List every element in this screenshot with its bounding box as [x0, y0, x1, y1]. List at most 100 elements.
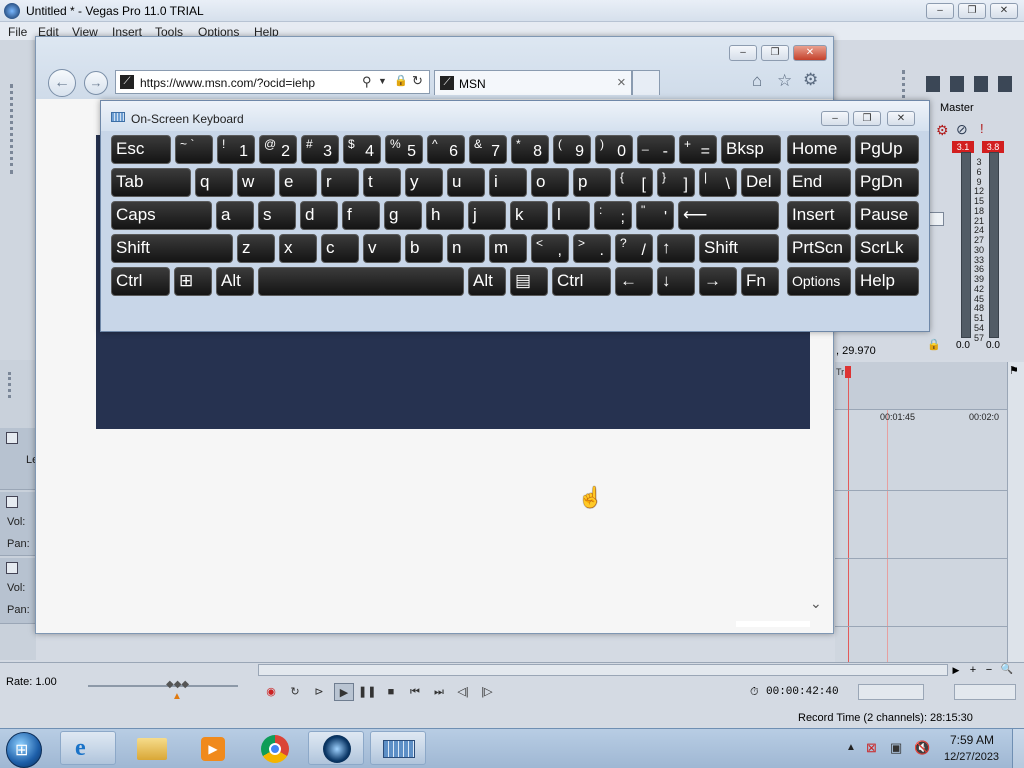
key-symbol[interactable]: + = [679, 135, 717, 164]
key-o[interactable]: o [531, 168, 569, 197]
track-header[interactable]: Vol: Pan: [0, 558, 36, 624]
key-n[interactable]: n [447, 234, 485, 263]
taskbar-vegas-icon[interactable] [308, 731, 364, 765]
key-1[interactable]: ! 1 [217, 135, 255, 164]
network-warning-icon[interactable]: ⊠ [866, 740, 877, 756]
show-hidden-icons-button[interactable]: ▲ [846, 742, 856, 753]
maximize-button[interactable]: ❐ [958, 3, 986, 19]
tab-close-button[interactable]: × [617, 74, 626, 91]
key-3[interactable]: #3 [301, 135, 339, 164]
volume-muted-icon[interactable]: 🔇 [914, 740, 930, 756]
clock-date[interactable]: 12/27/2023 [944, 751, 999, 763]
previous-frame-button[interactable]: ◁| [454, 683, 472, 701]
key-8[interactable]: * 8 [511, 135, 549, 164]
rate-slider-thumb[interactable]: ◆◆◆ [166, 679, 189, 690]
search-icon[interactable]: ⚲ [362, 74, 372, 90]
key-g[interactable]: g [384, 201, 422, 230]
settings-gear-icon[interactable]: ⚙ [803, 70, 818, 90]
key-i[interactable]: i [489, 168, 527, 197]
key-m[interactable]: m [489, 234, 527, 263]
key-x[interactable]: x [279, 234, 317, 263]
key-end[interactable]: End [787, 168, 851, 197]
lock-icon[interactable]: 🔒 [394, 74, 408, 87]
record-button[interactable]: ◉ [262, 683, 280, 701]
key-caps[interactable]: Caps [111, 201, 212, 230]
key-alt[interactable]: Alt [468, 267, 506, 296]
key-prtscn[interactable]: PrtScn [787, 234, 851, 263]
osk-minimize-button[interactable]: – [821, 111, 849, 126]
key-c[interactable]: c [321, 234, 359, 263]
key-symbol[interactable]: " ' [636, 201, 674, 230]
key-2[interactable]: @2 [259, 135, 297, 164]
key-u[interactable]: u [447, 168, 485, 197]
refresh-icon[interactable]: ↻ [412, 73, 423, 89]
track-collapse-icon[interactable] [6, 562, 18, 574]
address-input[interactable]: https://www.msn.com/?ocid=iehp [140, 76, 315, 90]
key-k[interactable]: k [510, 201, 548, 230]
selection-length-field[interactable] [954, 684, 1016, 700]
key-p[interactable]: p [573, 168, 611, 197]
key-symbol[interactable]: | \ [699, 168, 737, 197]
lock-icon[interactable]: 🔒 [927, 338, 941, 351]
taskbar-explorer-icon[interactable] [122, 731, 178, 765]
key-shift[interactable]: Shift [111, 234, 233, 263]
key-pgdn[interactable]: PgDn [855, 168, 919, 197]
key-7[interactable]: & 7 [469, 135, 507, 164]
rate-slider[interactable] [88, 685, 238, 687]
key-symbol[interactable]: ← [615, 267, 653, 296]
key-symbol[interactable]: ↑ [657, 234, 695, 263]
stop-button[interactable]: ■ [382, 683, 400, 701]
key-space[interactable] [258, 267, 464, 296]
key-ctrl[interactable]: Ctrl [552, 267, 611, 296]
key-j[interactable]: j [468, 201, 506, 230]
key-alt[interactable]: Alt [216, 267, 254, 296]
taskbar-media-icon[interactable]: ▶ [184, 731, 240, 765]
close-button[interactable]: ✕ [990, 3, 1018, 19]
key-scrlk[interactable]: ScrLk [855, 234, 919, 263]
key-q[interactable]: q [195, 168, 233, 197]
clock-time[interactable]: 7:59 AM [950, 733, 994, 747]
selection-start-field[interactable] [858, 684, 924, 700]
key-4[interactable]: $4 [343, 135, 381, 164]
favorites-star-icon[interactable]: ☆ [777, 71, 792, 91]
key-symbol[interactable]: → [699, 267, 737, 296]
fader-handle[interactable] [928, 212, 944, 226]
track-collapse-icon[interactable] [6, 496, 18, 508]
mute-icon[interactable]: ⊘ [956, 121, 968, 138]
key-symbol[interactable]: }] [657, 168, 695, 197]
taskbar-ie-icon[interactable]: e [60, 731, 116, 765]
key-r[interactable]: r [321, 168, 359, 197]
key-h[interactable]: h [426, 201, 464, 230]
key-z[interactable]: z [237, 234, 275, 263]
key-f[interactable]: f [342, 201, 380, 230]
marker-flag-icon[interactable]: ⚑ [1009, 364, 1019, 377]
key-space[interactable]: ~ ` [175, 135, 213, 164]
key-symbol[interactable]: ▤ [510, 267, 548, 296]
key-0[interactable]: ) 0 [595, 135, 633, 164]
taskbar-osk-icon[interactable] [370, 731, 426, 765]
next-frame-button[interactable]: |▷ [478, 683, 496, 701]
playhead-marker[interactable] [845, 366, 851, 378]
page-scroll-down-icon[interactable]: ⌄ [810, 595, 822, 612]
play-button[interactable]: ▶ [334, 683, 354, 701]
key-del[interactable]: Del [741, 168, 781, 197]
key-esc[interactable]: Esc [111, 135, 171, 164]
key-a[interactable]: a [216, 201, 254, 230]
show-desktop-button[interactable] [1012, 729, 1024, 768]
key-pgup[interactable]: PgUp [855, 135, 919, 164]
key-symbol[interactable]: ⟵ [678, 201, 779, 230]
zoom-tool-icon[interactable]: 🔍 [1000, 664, 1014, 676]
ie-minimize-button[interactable]: – [729, 45, 757, 61]
key-b[interactable]: b [405, 234, 443, 263]
back-button[interactable]: ← [48, 69, 76, 97]
key-symbol[interactable]: {[ [615, 168, 653, 197]
zoom-out-button[interactable]: − [982, 664, 996, 676]
key-symbol[interactable]: >. [573, 234, 611, 263]
key-w[interactable]: w [237, 168, 275, 197]
loop-button[interactable]: ↻ [286, 683, 304, 701]
key-9[interactable]: (9 [553, 135, 591, 164]
go-to-start-button[interactable]: ⏮ [406, 683, 424, 701]
key-6[interactable]: ^ 6 [427, 135, 465, 164]
key-symbol[interactable]: ↓ [657, 267, 695, 296]
key-tab[interactable]: Tab [111, 168, 191, 197]
